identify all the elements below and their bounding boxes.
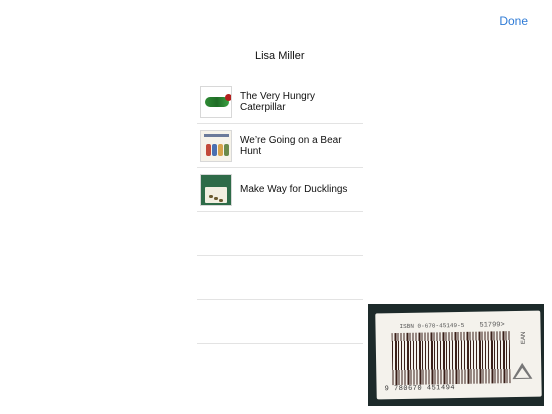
ducklings-cover-thumbnail: [200, 173, 232, 206]
book-title: The Very Hungry Caterpillar: [240, 90, 316, 113]
book-row[interactable]: We’re Going on a Bear Hunt: [197, 124, 363, 168]
user-name: Lisa Miller: [255, 50, 305, 62]
book-row[interactable]: The Very Hungry Caterpillar: [197, 80, 363, 124]
book-title: We’re Going on a Bear Hunt: [240, 134, 342, 157]
isbn-bottom-text: 9 780670 451494: [384, 384, 456, 394]
caterpillar-cover-thumbnail: [200, 85, 232, 118]
done-button[interactable]: Done: [499, 14, 528, 28]
book-title: Make Way for Ducklings: [240, 184, 348, 195]
empty-row: [197, 212, 363, 256]
empty-row: [197, 256, 363, 300]
barcode-scanner-preview: ISBN 0-670-45149-5 51799> 9 780670 45149…: [368, 304, 544, 406]
barcode-card: ISBN 0-670-45149-5 51799> 9 780670 45149…: [375, 310, 542, 400]
ean-label: EAN: [520, 331, 527, 345]
isbn-top-text: ISBN 0-670-45149-5: [399, 321, 465, 331]
price-code: 51799>: [479, 321, 505, 330]
book-row[interactable]: Make Way for Ducklings: [197, 168, 363, 212]
empty-row: [197, 300, 363, 344]
book-list: The Very Hungry Caterpillar We’re Going …: [197, 80, 363, 344]
barcode-bars: [391, 331, 511, 386]
bear-hunt-cover-thumbnail: [200, 129, 232, 162]
